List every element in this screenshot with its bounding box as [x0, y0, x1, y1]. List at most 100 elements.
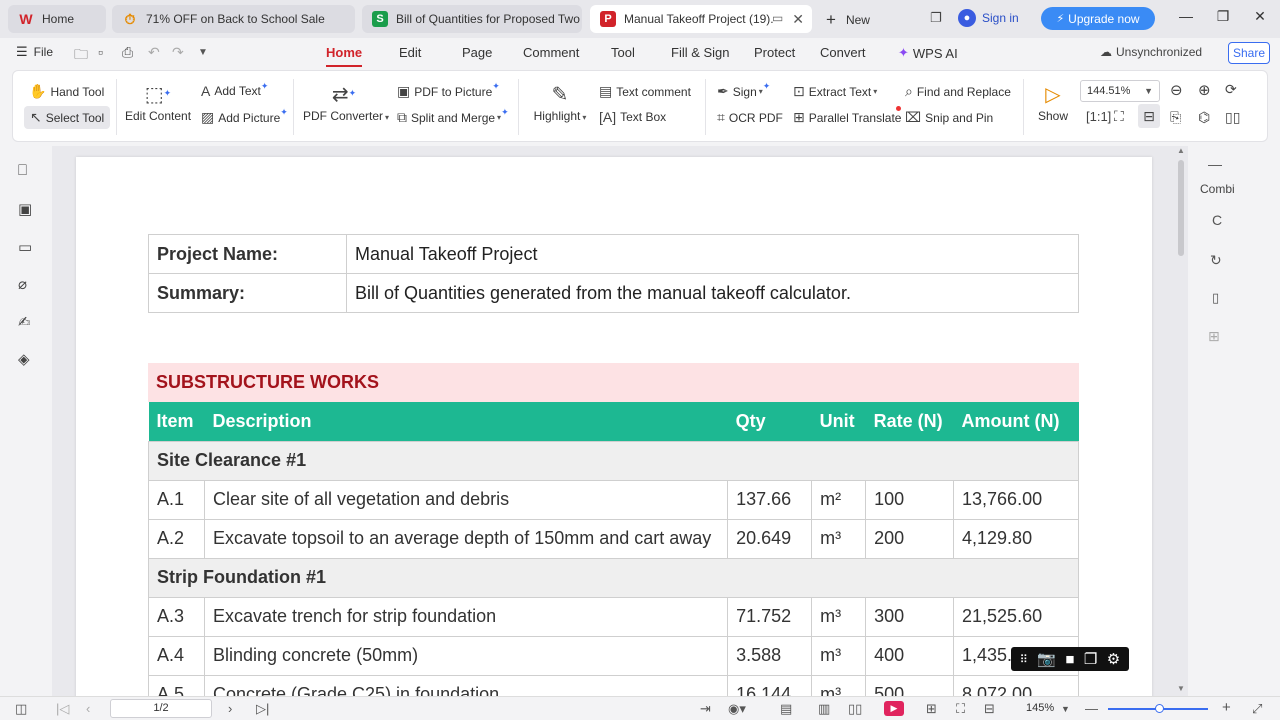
- print-icon[interactable]: ⎙: [122, 44, 133, 61]
- menu-page[interactable]: Page: [462, 45, 492, 60]
- play-slideshow-icon[interactable]: ▶: [884, 701, 904, 716]
- minimize-icon[interactable]: —: [1175, 8, 1197, 24]
- hand-tool-button[interactable]: ✋ Hand Tool: [29, 83, 104, 100]
- panel-doc-icon[interactable]: ▯: [1212, 290, 1219, 306]
- redo-icon[interactable]: ↷: [172, 44, 184, 61]
- chevron-down-icon[interactable]: ▼: [1061, 704, 1070, 714]
- layers-icon[interactable]: ◈: [18, 350, 30, 368]
- share-button[interactable]: Share: [1228, 42, 1270, 64]
- close-window-icon[interactable]: ✕: [1249, 8, 1271, 25]
- menu-tool[interactable]: Tool: [611, 45, 635, 60]
- add-text-button[interactable]: A Add Text ✦: [201, 81, 268, 100]
- monitor-icon[interactable]: ▭: [772, 11, 783, 25]
- menu-fill-sign[interactable]: Fill & Sign: [671, 45, 730, 60]
- menu-home[interactable]: Home: [326, 45, 363, 67]
- menu-edit[interactable]: Edit: [399, 45, 421, 60]
- sign-in-button[interactable]: ● Sign in: [958, 9, 1019, 27]
- signature-panel-icon[interactable]: ✍: [18, 313, 31, 331]
- collapse-panel-icon[interactable]: —: [1208, 156, 1222, 172]
- rotate-page-icon[interactable]: ⎘: [1170, 109, 1181, 126]
- panel-refresh-icon[interactable]: ↻: [1210, 252, 1222, 269]
- export-icon[interactable]: ⇥: [700, 701, 711, 717]
- rotate-icon[interactable]: ⟳: [1225, 81, 1237, 98]
- find-replace-button[interactable]: ⌕ Find and Replace: [905, 83, 1011, 100]
- menu-comment[interactable]: Comment: [523, 45, 579, 60]
- sidebar-toggle-icon[interactable]: ◫: [15, 701, 27, 717]
- file-menu[interactable]: ☰ File: [16, 44, 53, 60]
- last-page-icon[interactable]: ▷|: [256, 701, 269, 717]
- fit-width-status-icon[interactable]: ⊟: [984, 701, 995, 717]
- fit-width-icon[interactable]: ⊟: [1138, 104, 1160, 128]
- zoom-level[interactable]: 145%: [1026, 702, 1054, 714]
- vertical-scrollbar[interactable]: ▲ ▼: [1174, 146, 1188, 696]
- parallel-translate-button[interactable]: ⊞ Parallel Translate: [793, 106, 902, 126]
- panel-grid-icon[interactable]: ⊞: [1208, 328, 1220, 345]
- upgrade-button[interactable]: ⚡ Upgrade now: [1041, 7, 1155, 30]
- restore-icon[interactable]: ❐: [1212, 8, 1234, 25]
- menu-wps-ai[interactable]: ✦ WPS AI: [898, 45, 958, 61]
- new-tab-button[interactable]: + New: [826, 10, 870, 30]
- menu-convert[interactable]: Convert: [820, 45, 866, 60]
- highlight-button[interactable]: ✎ Highlight ▾: [525, 81, 595, 123]
- scroll-thumb[interactable]: [1178, 160, 1184, 256]
- zoom-out-status-icon[interactable]: —: [1085, 701, 1098, 716]
- split-merge-button[interactable]: ⧉ Split and Merge ▾ ✦: [397, 107, 509, 126]
- open-folder-icon[interactable]: 🗀: [74, 44, 88, 68]
- prev-page-icon[interactable]: ‹: [86, 701, 90, 716]
- book-view-icon[interactable]: ▯▯: [1225, 109, 1240, 126]
- text-comment-button[interactable]: ▤ Text comment: [599, 83, 691, 100]
- pdf-converter-button[interactable]: ⇄✦ PDF Converter ▾: [303, 81, 389, 123]
- single-page-icon[interactable]: ▤: [780, 701, 792, 717]
- chevron-down-icon[interactable]: ▼: [198, 47, 208, 58]
- drag-handle-icon[interactable]: ⠿: [1020, 653, 1028, 666]
- pdf-to-picture-button[interactable]: ▣ PDF to Picture ✦: [397, 81, 500, 100]
- close-icon[interactable]: ✕: [792, 11, 804, 28]
- first-page-icon[interactable]: |◁: [56, 701, 69, 717]
- window-capture-icon[interactable]: ❐: [1084, 650, 1097, 668]
- fit-page-icon[interactable]: ⛶: [1114, 108, 1124, 125]
- crop-icon[interactable]: ⌬: [1198, 109, 1210, 126]
- ocr-pdf-button[interactable]: ⌗ OCR PDF: [717, 109, 783, 126]
- panel-tool-icon[interactable]: C: [1212, 212, 1222, 228]
- tab-bill-sheet[interactable]: S Bill of Quantities for Proposed Two Be: [362, 5, 582, 33]
- tab-list-icon[interactable]: ❐: [930, 10, 942, 26]
- zoom-in-status-icon[interactable]: +: [1222, 699, 1231, 716]
- select-tool-button[interactable]: ↖ Select Tool: [24, 106, 111, 129]
- sync-status[interactable]: ☁ Unsynchronized: [1100, 45, 1202, 59]
- fit-screen-icon[interactable]: ⛶: [956, 701, 965, 717]
- sign-button[interactable]: ✒ Sign ▾ ✦: [717, 81, 770, 100]
- bookmark-icon[interactable]: ⎕: [18, 162, 27, 179]
- snip-pin-button[interactable]: ⌧ Snip and Pin: [905, 109, 993, 126]
- zoom-slider-handle[interactable]: [1155, 704, 1164, 713]
- edit-content-button[interactable]: ⬚✦ Edit Content: [125, 81, 191, 123]
- tab-home[interactable]: W Home: [8, 5, 106, 33]
- fullscreen-icon[interactable]: ⤢: [1252, 701, 1262, 717]
- scroll-down-icon[interactable]: ▼: [1177, 684, 1185, 693]
- menu-protect[interactable]: Protect: [754, 45, 795, 60]
- continuous-icon[interactable]: ▥: [818, 701, 830, 717]
- document-viewport[interactable]: Project Name: Manual Takeoff Project Sum…: [52, 146, 1188, 696]
- tab-manual-takeoff[interactable]: P Manual Takeoff Project (19).p ▭ ✕: [590, 5, 812, 33]
- scroll-up-icon[interactable]: ▲: [1177, 146, 1185, 155]
- video-icon[interactable]: ■: [1065, 651, 1074, 668]
- book-icon[interactable]: ⊞: [926, 701, 937, 717]
- show-button[interactable]: ▷ Show: [1033, 81, 1073, 123]
- thumbnail-icon[interactable]: ▣: [18, 200, 32, 218]
- extract-text-button[interactable]: ⊡ Extract Text ▾: [793, 83, 877, 100]
- settings-gear-icon[interactable]: ⚙: [1107, 650, 1120, 668]
- eye-icon[interactable]: ◉▾: [728, 701, 746, 717]
- next-page-icon[interactable]: ›: [228, 701, 232, 716]
- comment-panel-icon[interactable]: ▭: [18, 238, 32, 256]
- zoom-out-icon[interactable]: ⊖: [1170, 81, 1183, 99]
- save-icon[interactable]: ▫: [98, 44, 103, 60]
- actual-size-icon[interactable]: [1:1]: [1086, 109, 1111, 124]
- page-number-input[interactable]: 1/2: [110, 699, 212, 718]
- two-page-icon[interactable]: ▯▯: [848, 701, 862, 717]
- zoom-select[interactable]: 144.51% ▼: [1080, 80, 1160, 102]
- text-box-button[interactable]: [A] Text Box: [599, 109, 666, 125]
- attachment-icon[interactable]: ⌀: [18, 275, 27, 293]
- add-picture-button[interactable]: ▨ Add Picture ✦: [201, 107, 288, 126]
- undo-icon[interactable]: ↶: [148, 44, 160, 61]
- tab-sale[interactable]: ⏱ 71% OFF on Back to School Sale: [112, 5, 355, 33]
- camera-icon[interactable]: 📷: [1037, 650, 1056, 668]
